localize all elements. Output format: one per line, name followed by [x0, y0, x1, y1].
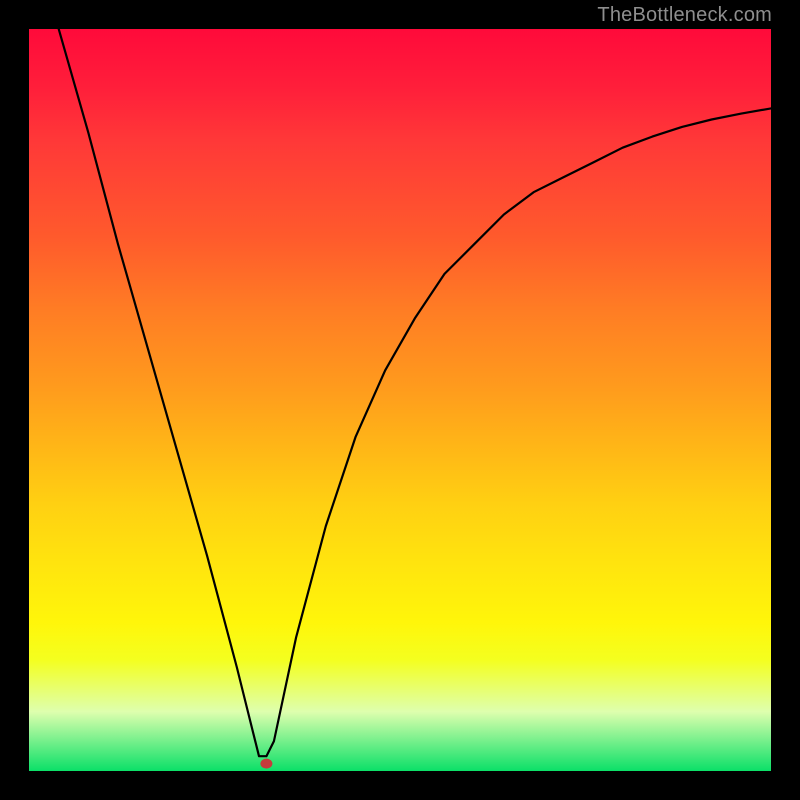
- bottleneck-curve: [29, 29, 771, 771]
- threshold-marker: [260, 759, 272, 769]
- chart-frame: TheBottleneck.com: [0, 0, 800, 800]
- watermark-text: TheBottleneck.com: [597, 4, 772, 27]
- curve-path: [59, 29, 771, 756]
